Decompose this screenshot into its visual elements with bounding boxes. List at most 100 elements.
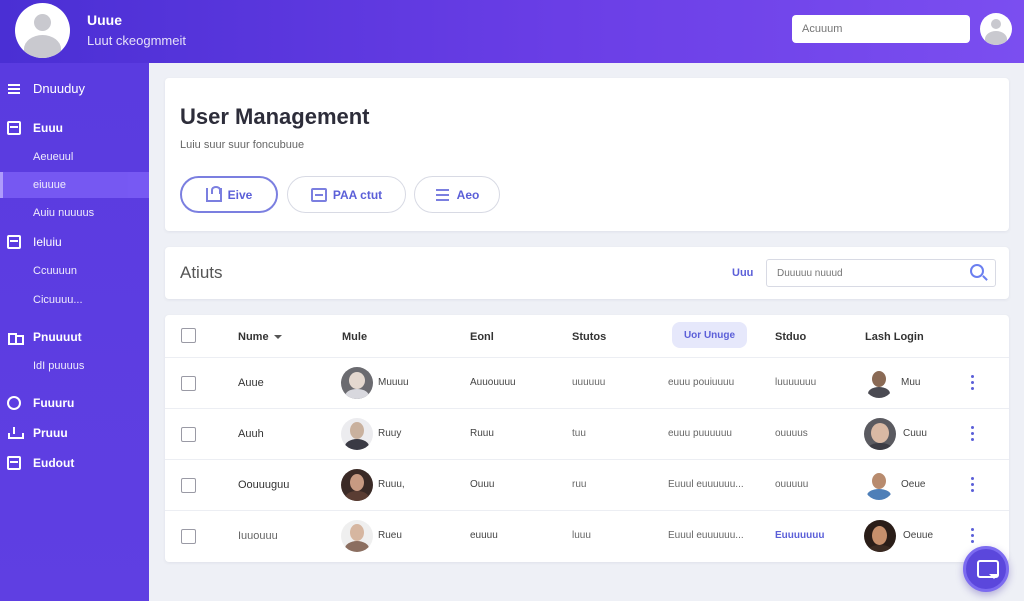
row-last-login: Oeuue: [903, 530, 934, 541]
row-usage: Euuul euuuuuu...: [668, 479, 744, 490]
sidebar-top-label: Dnuuduy: [33, 80, 86, 96]
row-role: Ruuy: [378, 428, 402, 439]
filter-label: Uuu: [732, 267, 754, 279]
sidebar-item-5[interactable]: Ccuuuun: [0, 258, 149, 284]
row-menu-icon[interactable]: [971, 477, 975, 493]
row-checkbox[interactable]: [181, 427, 196, 442]
sidebar-item-label: Eudout: [33, 456, 75, 470]
sort-down-icon: [273, 335, 282, 340]
role-avatar: [341, 469, 373, 501]
login-avatar: [864, 520, 896, 552]
app-title: Uuue: [87, 12, 122, 28]
table-row[interactable]: Auue Muuuu Auuouuuu uuuuuu euuu pouiuuuu…: [165, 357, 1009, 408]
row-checkbox[interactable]: [181, 529, 196, 544]
row-last-login: Muu: [901, 377, 921, 388]
row-checkbox[interactable]: [181, 376, 196, 391]
sidebar-item-label: IdI puuuus: [33, 360, 85, 372]
action-button-1[interactable]: PAA ctut: [287, 176, 406, 213]
row-state: ouuuuu: [775, 479, 809, 490]
sidebar-menu-toggle[interactable]: Dnuuduy: [0, 75, 149, 101]
row-role: Muuuu: [378, 377, 409, 388]
sidebar-item-10[interactable]: Pruuu: [0, 420, 149, 446]
row-email: Ruuu: [470, 428, 494, 439]
row-email: Ouuu: [470, 479, 495, 490]
table-row[interactable]: Auuh Ruuy Ruuu tuu euuu puuuuuu ouuuus C…: [165, 408, 1009, 459]
sidebar-item-label: Auiu nuuuus: [33, 207, 95, 219]
row-role: Ruuu,: [378, 479, 405, 490]
search-icon[interactable]: [970, 264, 984, 278]
row-last-login: Oeue: [901, 479, 926, 490]
row-usage: euuu puuuuuu: [668, 428, 732, 439]
row-state: luuuuuuu: [775, 377, 817, 388]
login-avatar: [864, 418, 896, 450]
column-header-role[interactable]: Mule: [342, 331, 367, 343]
filter-search-input[interactable]: [766, 259, 996, 287]
page-subtitle: Luiu suur suur foncubuue: [180, 139, 305, 151]
header-search-input[interactable]: [792, 15, 970, 43]
action-button-label: Eive: [227, 187, 253, 202]
page-title: User Management: [180, 104, 370, 129]
row-state-link[interactable]: Euuuuuuu: [775, 530, 824, 541]
sidebar-item-label: eiuuue: [33, 179, 67, 191]
row-menu-icon[interactable]: [971, 426, 975, 442]
app-subtitle: Luut ckeogmmeit: [87, 33, 186, 48]
action-button-0[interactable]: Eive: [180, 176, 278, 213]
user-avatar[interactable]: [980, 13, 1012, 45]
column-header-name[interactable]: Nume: [238, 331, 282, 343]
sidebar-item-7[interactable]: Pnuuuut: [0, 324, 149, 350]
row-menu-icon[interactable]: [971, 528, 975, 544]
sidebar-item-label: Fuuuru: [33, 396, 75, 410]
brand-avatar[interactable]: [15, 3, 70, 58]
row-name: Auue: [238, 377, 264, 389]
sidebar-item-3[interactable]: Auiu nuuuus: [0, 200, 149, 226]
sidebar-item-0[interactable]: Euuu: [0, 115, 149, 141]
sidebar-item-6[interactable]: Cicuuuu...: [0, 287, 149, 313]
graph-icon: [7, 330, 24, 345]
row-menu-icon[interactable]: [971, 375, 975, 391]
row-state: ouuuus: [775, 428, 808, 439]
box-icon: [7, 235, 21, 249]
chat-button[interactable]: [963, 546, 1009, 592]
sidebar-item-label: Ccuuuun: [33, 265, 78, 277]
row-checkbox[interactable]: [181, 478, 196, 493]
row-name: Oouuuguu: [238, 479, 290, 491]
circle-icon: [7, 396, 21, 410]
row-status: uuuuuu: [572, 377, 606, 388]
role-avatar: [341, 367, 373, 399]
row-email: euuuu: [470, 530, 498, 541]
table-row[interactable]: Iuuouuu Rueu euuuu luuu Euuul euuuuuu...…: [165, 510, 1009, 561]
login-avatar: [864, 368, 894, 398]
row-usage: Euuul euuuuuu...: [668, 530, 744, 541]
sidebar-item-8[interactable]: IdI puuuus: [0, 353, 149, 379]
page-header-card: User Management Luiu suur suur foncubuue…: [165, 78, 1009, 231]
sidebar-item-9[interactable]: Fuuuru: [0, 390, 149, 416]
card-icon: [310, 187, 327, 202]
row-last-login: Cuuu: [903, 428, 927, 439]
table-row[interactable]: Oouuuguu Ruuu, Ouuu ruu Euuul euuuuuu...…: [165, 459, 1009, 510]
login-avatar: [864, 470, 894, 500]
column-header-last-login[interactable]: Lash Login: [865, 331, 924, 343]
column-header-state[interactable]: Stduo: [775, 331, 806, 343]
sidebar: Dnuuduy Euuu Aeueuul eiuuue Auiu nuuuus …: [0, 63, 149, 601]
filter-title: Atiuts: [180, 263, 223, 282]
column-header-status[interactable]: Stutos: [572, 331, 606, 343]
sidebar-item-11[interactable]: Eudout: [0, 450, 149, 476]
row-role: Rueu: [378, 530, 402, 541]
row-name: Iuuouuu: [238, 530, 278, 542]
role-avatar: [341, 418, 373, 450]
column-header-usage[interactable]: Uor Unuge: [672, 322, 747, 348]
sidebar-item-label: Ieluiu: [33, 235, 62, 249]
sidebar-item-1[interactable]: Aeueuul: [0, 144, 149, 170]
select-all-checkbox[interactable]: [181, 328, 196, 343]
column-header-email[interactable]: Eonl: [470, 331, 494, 343]
list-icon: [435, 188, 451, 202]
sidebar-item-2[interactable]: eiuuue: [0, 172, 149, 198]
sidebar-item-label: Aeueuul: [33, 151, 74, 163]
action-button-2[interactable]: Aeo: [414, 176, 500, 213]
row-status: tuu: [572, 428, 586, 439]
row-usage: euuu pouiuuuu: [668, 377, 735, 388]
sidebar-item-4[interactable]: Ieluiu: [0, 229, 149, 255]
action-button-label: Aeo: [456, 187, 480, 202]
row-status: luuu: [572, 530, 591, 541]
box-icon: [7, 121, 21, 135]
